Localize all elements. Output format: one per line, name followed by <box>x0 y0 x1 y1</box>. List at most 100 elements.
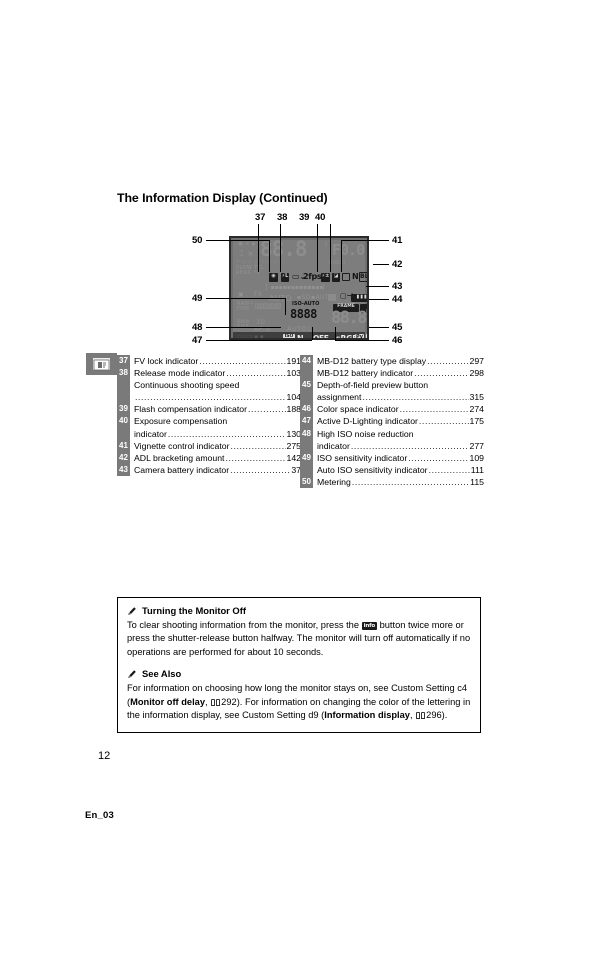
index-row: 46 Color space indicator.................… <box>300 403 484 416</box>
information-display-figure: 88.8 F0.0 ▣ ⨯ ▪ ⬚ ⬚ ⌶ ⨯ ⟨ ⚡ ▱ ▱ ▱ ▱ ▱ ▱ … <box>183 213 415 348</box>
lcd-rawtiff-ghost: RAWTIFF <box>237 319 250 330</box>
index-entry: Depth-of-field preview button <box>313 379 484 391</box>
index-dot-leader: ........................................… <box>199 356 285 366</box>
leader-50-h <box>206 240 269 241</box>
index-entry-label: ADL bracketing amount <box>134 452 225 463</box>
index-dot-leader: ........................................… <box>414 368 469 379</box>
note-2-page-1: 292 <box>221 696 237 707</box>
chapter-tab <box>86 353 117 375</box>
lcd-mode-right-ghost: MODE1 <box>329 260 346 265</box>
index-entry: FV lock indicator.......................… <box>130 355 301 367</box>
index-entry-label: MB-D12 battery type display <box>317 356 427 366</box>
index-row: 45 Depth-of-field preview button <box>300 379 484 392</box>
index-page-number: 130 <box>286 428 302 439</box>
book-reference-icon <box>211 698 221 706</box>
index-row: Continuous shooting speed <box>117 379 301 392</box>
flash-compensation-indicator-39: ⚡± <box>321 273 330 282</box>
index-entry-label: Color space indicator <box>317 404 399 415</box>
index-entry-label: ISO sensitivity indicator <box>317 452 408 463</box>
index-page-number: 175 <box>469 416 485 427</box>
note-heading-see-also: See Also <box>127 667 471 681</box>
callout-49: 49 <box>192 293 203 304</box>
leader-42-h <box>373 264 389 265</box>
note-2-sep-2: , <box>409 710 416 721</box>
note-body-2: For information on choosing how long the… <box>127 682 471 723</box>
index-entry: Release mode indicator..................… <box>130 367 301 379</box>
callout-48: 48 <box>192 322 203 333</box>
index-entry: ISO sensitivity indicator...............… <box>313 452 484 464</box>
index-dot-leader: ........................................… <box>408 452 469 463</box>
callout-38: 38 <box>277 212 288 223</box>
index-dot-leader: ........................................… <box>225 452 286 463</box>
index-row: 50 Metering..............................… <box>300 475 484 489</box>
index-page-number: 142 <box>286 452 302 463</box>
index-number-badge: 43 <box>117 463 130 476</box>
callout-42: 42 <box>392 259 403 270</box>
adl-bracketing-amount-42: BL H H IE <box>360 273 369 280</box>
callout-45: 45 <box>392 322 403 333</box>
active-d-lighting-indicator-47: OFF <box>313 334 329 340</box>
index-number-badge: 47 <box>300 415 313 428</box>
index-number-badge-spacer <box>117 379 130 392</box>
leader-47-v <box>312 327 313 340</box>
lcd-k-ghost: K <box>366 310 367 315</box>
leader-38 <box>280 224 281 272</box>
index-number-badge: 37 <box>117 355 130 368</box>
leader-41-v <box>341 240 342 272</box>
index-page-number: 103 <box>286 368 302 379</box>
lcd-information-display: 88.8 F0.0 ▣ ⨯ ▪ ⬚ ⬚ ⌶ ⨯ ⟨ ⚡ ▱ ▱ ▱ ▱ ▱ ▱ … <box>229 236 369 340</box>
footer-code: En_03 <box>85 810 114 821</box>
index-entry: MB-D12 battery type display.............… <box>313 355 484 367</box>
index-entry: Vignette control indicator..............… <box>130 440 301 452</box>
index-entry-label: Continuous shooting speed <box>134 380 240 391</box>
index-column-left: 37 FV lock indicator.....................… <box>117 355 301 476</box>
index-page-number: 188 <box>286 404 302 415</box>
leader-47-h <box>206 340 312 341</box>
leader-43-h <box>366 286 389 287</box>
exposure-compensation-indicator-40: ◪ <box>332 273 340 282</box>
index-entry: Flash compensation indicator............… <box>130 403 301 415</box>
index-row: 41 Vignette control indicator............… <box>117 439 301 452</box>
note-2-page-2: 296 <box>426 710 442 721</box>
index-entry: Metering................................… <box>313 476 484 488</box>
leader-48-h <box>206 327 281 328</box>
note-box: Turning the Monitor Off To clear shootin… <box>117 597 481 733</box>
index-row: 43 Camera battery indicator..............… <box>117 463 301 476</box>
index-entry-label: Auto ISO sensitivity indicator <box>317 464 428 475</box>
index-entry: Color space indicator...................… <box>313 403 484 415</box>
index-row: assignment..............................… <box>300 391 485 404</box>
index-entry-label: Metering <box>317 476 351 487</box>
index-page-number: 274 <box>469 404 485 415</box>
index-entry-label: Exposure compensation <box>134 416 228 427</box>
index-page-number: 109 <box>469 452 485 463</box>
callout-44: 44 <box>392 294 403 305</box>
index-dot-leader: ........................................… <box>226 368 285 379</box>
index-page-number: 315 <box>469 392 485 403</box>
index-entry-label: Flash compensation indicator <box>134 404 247 415</box>
index-row: 47 Active D-Lighting indicator...........… <box>300 415 484 428</box>
lcd-exposure-scale-ghost: ▏▪▪▪▪▪▪▪▪▪▪▪▪▪▏ <box>266 284 329 291</box>
index-dot-leader: ........................................… <box>135 392 286 403</box>
callout-41: 41 <box>392 235 403 246</box>
note-title-2: See Also <box>142 668 182 680</box>
index-number-badge: 44 <box>300 355 313 368</box>
index-row: indicator...............................… <box>117 427 301 440</box>
index-row: 44 MB-D12 battery type display...........… <box>300 355 484 368</box>
index-dot-leader: ........................................… <box>167 428 286 439</box>
index-row: ........................................… <box>117 391 301 404</box>
callout-40: 40 <box>315 212 326 223</box>
index-dot-leader: ........................................… <box>427 356 468 366</box>
camera-battery-bars-43: ▮▮▮▮ <box>351 294 367 302</box>
lcd-mode-ghost: ⌶ ⨯ <box>239 249 255 258</box>
lcd-top-right-ghost: ⟨ <box>325 241 328 248</box>
lcd-ttl-ghost: TTL FP <box>254 265 265 276</box>
index-dot-leader: ........................................… <box>230 440 285 451</box>
index-number-badge: 49 <box>300 451 313 464</box>
index-number-badge-spacer <box>300 439 313 452</box>
index-row: indicator...............................… <box>300 439 484 452</box>
index-number-badge-spacer <box>300 463 313 476</box>
leader-46-v <box>335 327 336 340</box>
index-entry: Active D-Lighting indicator.............… <box>313 415 484 427</box>
index-entry: indicator...............................… <box>130 428 301 440</box>
callout-43: 43 <box>392 281 403 292</box>
